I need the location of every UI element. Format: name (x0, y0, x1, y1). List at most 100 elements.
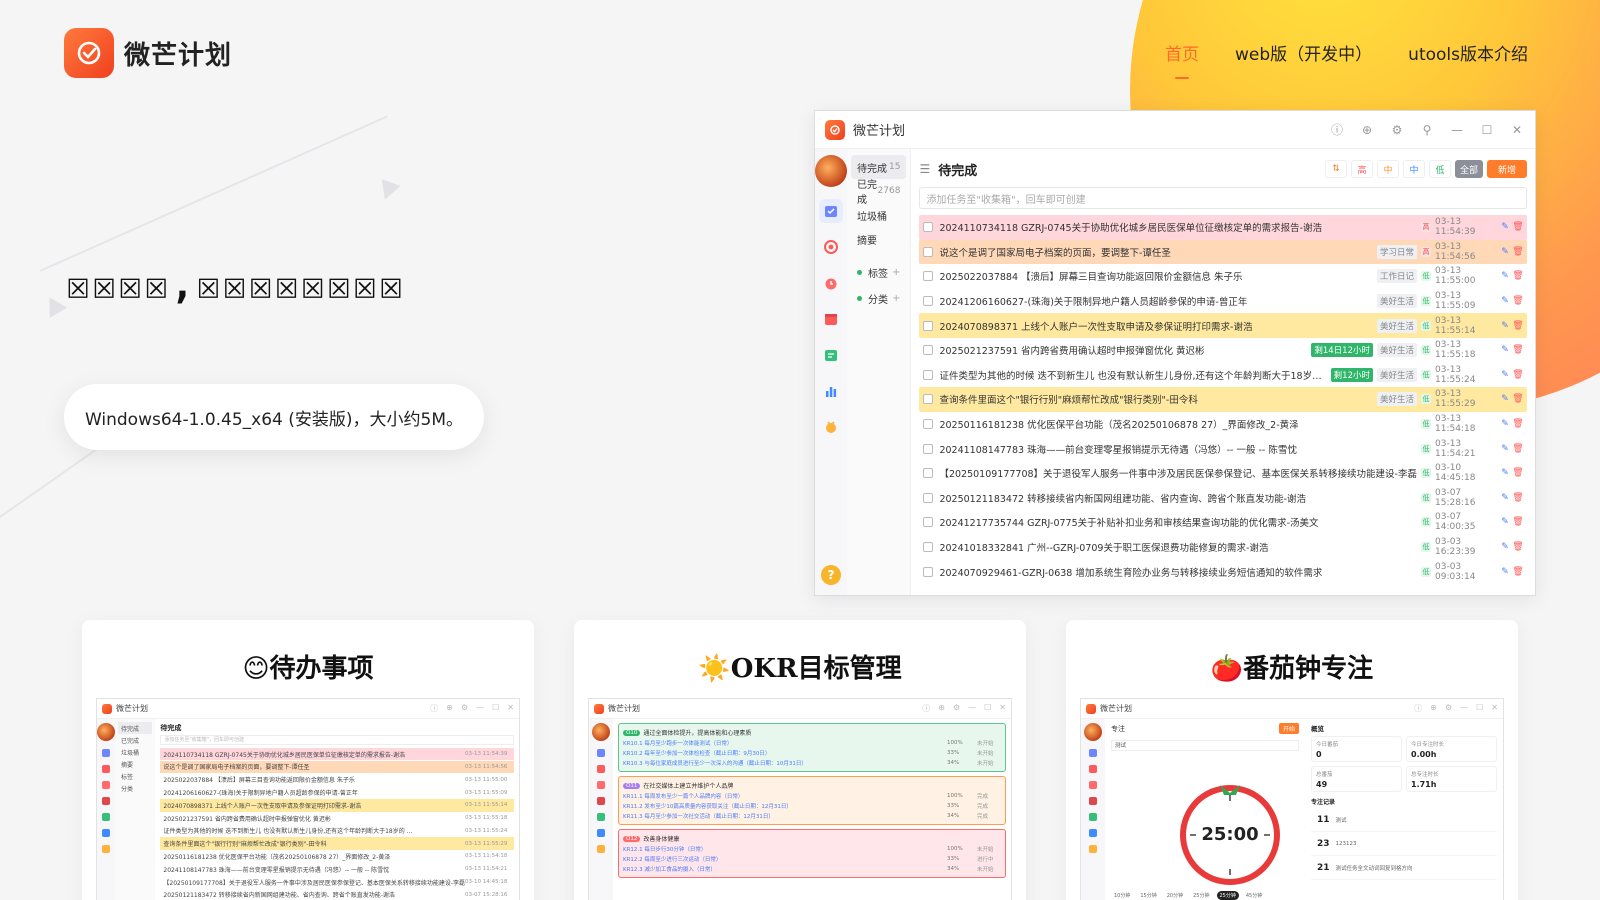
delete-icon[interactable]: 🗑 (1512, 567, 1523, 577)
settings-icon[interactable]: ⚙ (1389, 122, 1405, 138)
filter-low[interactable]: 低 (1428, 160, 1451, 178)
reward-icon[interactable] (819, 415, 843, 439)
task-row[interactable]: 20241108147783 珠海——前台变理零星报销提示无待遇（冯悠）-- 一… (919, 436, 1527, 461)
edit-icon[interactable]: ✎ (1500, 542, 1510, 552)
task-row[interactable]: 2024070898371 上线个人账户一次性支取申请及参保证明打印需求-谢浩 美… (919, 313, 1527, 338)
edit-icon[interactable]: ✎ (1500, 468, 1510, 478)
feature-card-okr[interactable]: ☀️OKR目标管理 微芒计划 ⓘ ⊕ ⚙ — ☐ ✕ O10 通过全面体检提升，提高体能和心理… (574, 620, 1026, 900)
task-checkbox[interactable] (923, 517, 934, 528)
group-categories[interactable]: 分类 + (851, 285, 906, 311)
task-checkbox[interactable] (923, 271, 934, 282)
task-checkbox[interactable] (923, 222, 934, 233)
stats-icon[interactable] (819, 379, 843, 403)
task-checkbox[interactable] (923, 296, 934, 307)
delete-icon[interactable]: 🗑 (1512, 517, 1523, 527)
filter-mid[interactable]: 中 (1376, 160, 1399, 178)
delete-icon[interactable]: 🗑 (1512, 271, 1523, 281)
task-checkbox[interactable] (923, 246, 934, 257)
add-task-input[interactable]: 添加任务至"收集箱"，回车即可创建 (919, 187, 1527, 209)
nav-web-version[interactable]: web版（开发中） (1235, 40, 1372, 79)
close-icon[interactable]: ✕ (1509, 122, 1525, 138)
delete-icon[interactable]: 🗑 (1512, 444, 1523, 454)
edit-icon[interactable]: ✎ (1500, 493, 1510, 503)
nav-utools-version[interactable]: utools版本介绍 (1408, 40, 1528, 79)
zoom-icon[interactable]: ⊕ (1359, 122, 1375, 138)
task-row[interactable]: 20241018332841 广州--GZRJ-0709关于职工医保退费功能修复… (919, 535, 1527, 560)
task-checkbox[interactable] (923, 492, 934, 503)
task-checkbox[interactable] (923, 542, 934, 553)
edit-icon[interactable]: ✎ (1500, 444, 1510, 454)
edit-icon[interactable]: ✎ (1500, 567, 1510, 577)
task-row[interactable]: 证件类型为其他的时候 迭不到新生儿 也没有默认新生儿身份,还有这个年龄判断大于1… (919, 363, 1527, 388)
sort-filter[interactable]: ⇅ (1324, 160, 1347, 178)
delete-icon[interactable]: 🗑 (1512, 419, 1523, 429)
list-item-trash[interactable]: 垃圾桶 (851, 203, 906, 227)
feature-card-pomodoro[interactable]: 🍅番茄钟专注 微芒计划 ⓘ ⊕ ⚙ — ☐ ✕ 专注 开始 测试 25:00 1… (1066, 620, 1518, 900)
edit-icon[interactable]: ✎ (1500, 321, 1510, 331)
minimize-icon[interactable]: — (1449, 122, 1465, 138)
delete-icon[interactable]: 🗑 (1512, 493, 1523, 503)
edit-icon[interactable]: ✎ (1500, 247, 1510, 257)
task-checkbox[interactable] (923, 369, 934, 380)
feature-card-todo[interactable]: 😊待办事项 微芒计划 ⓘ ⊕ ⚙ — ☐ ✕ 待完成 已完成 垃圾桶 摘要 标签 分类 待完成 添加任… (82, 620, 534, 900)
task-checkbox[interactable] (923, 443, 934, 454)
edit-icon[interactable]: ✎ (1500, 370, 1510, 380)
task-row[interactable]: 20250116181238 优化医保平台功能（茂名20250106878 27… (919, 412, 1527, 437)
task-row[interactable]: 2024110734118 GZRJ-0745关于协助优化城乡居民医保单位征缴核… (919, 215, 1527, 240)
calendar-icon[interactable] (819, 307, 843, 331)
help-icon[interactable]: ? (821, 565, 841, 585)
delete-icon[interactable]: 🗑 (1512, 222, 1523, 232)
info-icon[interactable]: ⓘ (1329, 122, 1345, 138)
edit-icon[interactable]: ✎ (1500, 296, 1510, 306)
task-row[interactable]: 查询条件里面这个"银行行别"麻烦帮忙改成"银行类别"-田令科 美好生活低 03-13… (919, 387, 1527, 412)
task-checkbox[interactable] (923, 394, 934, 405)
delete-icon[interactable]: 🗑 (1512, 247, 1523, 257)
task-checkbox[interactable] (923, 345, 934, 356)
task-checkbox[interactable] (923, 419, 934, 430)
task-checkbox[interactable] (923, 320, 934, 331)
nav-home[interactable]: 首页 (1165, 40, 1199, 79)
avatar[interactable] (815, 155, 847, 187)
edit-icon[interactable]: ✎ (1500, 394, 1510, 404)
task-row[interactable]: 20241206160627-(珠海)关于限制异地户籍人员超龄参保的申请-曾正年… (919, 289, 1527, 314)
task-checkbox[interactable] (923, 566, 934, 577)
task-row[interactable]: 20250121183472 转移接续省内新国网组建功能、省内查询、跨省个账直发… (919, 486, 1527, 511)
brand-logo[interactable]: 微芒计划 (64, 28, 232, 78)
filter-high[interactable]: 高 (1350, 160, 1373, 178)
pin-icon[interactable]: ⚲ (1419, 122, 1435, 138)
edit-icon[interactable]: ✎ (1500, 419, 1510, 429)
delete-icon[interactable]: 🗑 (1512, 394, 1523, 404)
delete-icon[interactable]: 🗑 (1512, 542, 1523, 552)
add-tag-icon[interactable]: + (892, 267, 900, 278)
alarm-icon[interactable] (819, 271, 843, 295)
filter-mid-2[interactable]: 中 (1402, 160, 1425, 178)
new-task-button[interactable]: 新增 (1487, 160, 1527, 178)
edit-icon[interactable]: ✎ (1500, 222, 1510, 232)
delete-icon[interactable]: 🗑 (1512, 321, 1523, 331)
task-row[interactable]: 20241217735744 GZRJ-0775关于补贴补扣业务和审核结果查询功… (919, 510, 1527, 535)
edit-icon[interactable]: ✎ (1500, 517, 1510, 527)
delete-icon[interactable]: 🗑 (1512, 345, 1523, 355)
task-row[interactable]: 【20250109177708】关于退役军人服务一件事中涉及居民医保参保登记、基… (919, 461, 1527, 486)
group-tags[interactable]: 标签 + (851, 259, 906, 285)
list-item-completed[interactable]: 已完成 2768 (851, 179, 906, 206)
edit-icon[interactable]: ✎ (1500, 271, 1510, 281)
task-checkbox[interactable] (923, 468, 934, 479)
maximize-icon[interactable]: ☐ (1479, 122, 1495, 138)
task-row[interactable]: 2025022037884 【溃后】屏幕三目查询功能返回限价金额信息 朱子乐 工作… (919, 264, 1527, 289)
delete-icon[interactable]: 🗑 (1512, 468, 1523, 478)
filter-all[interactable]: 全部 (1454, 160, 1483, 178)
notes-icon[interactable] (819, 343, 843, 367)
target-icon[interactable] (819, 235, 843, 259)
download-button[interactable]: Windows64-1.0.45_x64 (安装版)，大小约5M。 (64, 384, 484, 450)
task-row[interactable]: 2024070929461-GZRJ-0638 增加系统生育险办业务与转移接续业… (919, 559, 1527, 584)
delete-icon[interactable]: 🗑 (1512, 296, 1523, 306)
list-item-summary[interactable]: 摘要 (851, 227, 906, 251)
todo-icon[interactable] (819, 199, 843, 223)
edit-icon[interactable]: ✎ (1500, 345, 1510, 355)
task-row[interactable]: 2025021237591 省内跨省费用确认超时申报弹窗优化 黄迟彬 剩14日12… (919, 338, 1527, 363)
add-category-icon[interactable]: + (892, 293, 900, 304)
task-row[interactable]: 说这个是调了国家局电子档案的页面，要调整下-谭任圣 学习日常高 03-13 11:5… (919, 239, 1527, 265)
delete-icon[interactable]: 🗑 (1512, 370, 1523, 380)
list-menu-icon[interactable]: ☰ (919, 162, 930, 176)
